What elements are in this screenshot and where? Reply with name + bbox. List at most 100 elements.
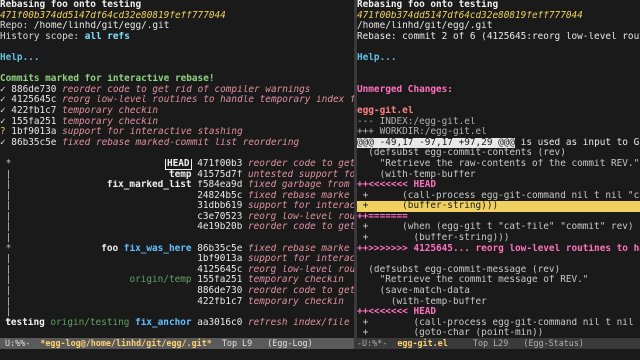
graph-row[interactable]: | 31dbb619 support for interact bbox=[0, 201, 354, 212]
graph-edge-icon: | bbox=[0, 180, 12, 191]
commit-sha: 422fb1c7 bbox=[11, 105, 57, 116]
left-mode-suffix: Top L9 (Egg-Log) bbox=[211, 338, 313, 348]
graph-row[interactable]: * foo fix_was_here 86b35c5e fixed rebase … bbox=[0, 244, 354, 255]
minibuffer[interactable] bbox=[0, 349, 640, 360]
commit-message: reorder code to get rid of compiler warn… bbox=[62, 84, 311, 95]
left-mode-prefix: U:%%- bbox=[0, 338, 41, 348]
diff-line: ++>>>>>>> 4125645... reorg low-level rou… bbox=[357, 243, 640, 254]
graph-edge-icon: | bbox=[0, 264, 12, 275]
graph-row[interactable]: | fix_marked_list f584ea9d fixed garbage … bbox=[0, 180, 354, 191]
repo-label: Repo: bbox=[0, 21, 29, 32]
graph-edge-icon: | bbox=[0, 190, 12, 201]
graph-row[interactable]: * HEAD 471f00b3 reorder code to get bbox=[0, 158, 354, 170]
repo-path: /home/linhd/git/egg/.git bbox=[33, 21, 170, 32]
diff-line: ++======= bbox=[357, 211, 408, 222]
diff-line: (defsubst egg-commit-contents (rev) bbox=[357, 148, 566, 159]
graph-edge-icon: | bbox=[0, 275, 12, 286]
pick-mark-icon: ✓ bbox=[0, 84, 12, 95]
ref-label[interactable]: temp bbox=[169, 170, 192, 180]
commit-message: temporary checkin bbox=[248, 296, 344, 307]
commit-message: fixed rebase marke bbox=[248, 190, 350, 201]
marked-commit-row[interactable]: ✓ 86b35c5e fixed rebase marked-commit li… bbox=[0, 138, 354, 149]
ref-label[interactable]: fix_was_here bbox=[124, 244, 192, 254]
graph-row[interactable]: | 4125645c reorg low-level rou bbox=[0, 265, 354, 276]
diff-line: "Retrieve the raw-contents of the commit… bbox=[357, 158, 640, 169]
right-buffer-name: egg-git.el bbox=[397, 338, 448, 348]
right-commit-hash: 471f00b374dd5147df64cd32e80819feff777044 bbox=[357, 10, 583, 21]
graph-row[interactable]: | 422fb1c7 temporary checkin bbox=[0, 297, 354, 308]
commit-message: fixed garbage from bbox=[248, 180, 350, 191]
diff-line: + (call-process egg-git-command nil t ni… bbox=[362, 190, 640, 201]
commit-sha: 471f00b3 bbox=[197, 158, 243, 169]
status-buffer-pane[interactable]: Rebasing foo onto testing 471f00b374dd51… bbox=[357, 0, 640, 338]
diff-line: + (call-process egg-git-command nil t ni… bbox=[362, 317, 640, 328]
commit-message: support for interact bbox=[248, 254, 354, 265]
graph-row[interactable]: | bbox=[0, 307, 354, 318]
graph-row[interactable]: | 24824b5c fixed rebase marke bbox=[0, 191, 354, 202]
right-mode-line: -U:%*- egg-git.el Top L29 (Egg-Status) bbox=[357, 338, 640, 349]
pick-mark-icon: ? bbox=[0, 127, 12, 138]
marked-commit-row[interactable]: ✓ 155fa251 temporary checkin bbox=[0, 117, 354, 128]
graph-row[interactable]: | 886de730 reorder code to get bbox=[0, 286, 354, 297]
marked-commit-row[interactable]: ? 1bf9013a support for interactive stash… bbox=[0, 127, 354, 138]
ref-label[interactable]: HEAD bbox=[164, 158, 192, 170]
log-buffer-pane[interactable]: Rebasing foo onto testing 471f00b374dd51… bbox=[0, 0, 354, 338]
commit-message: temporary checkin bbox=[248, 275, 344, 286]
graph-edge-icon: * bbox=[0, 243, 12, 254]
graph-row[interactable]: | temp 41575d7f untested support fo bbox=[0, 170, 354, 181]
graph-row[interactable]: | 4e19b20b reorder code to get bbox=[0, 222, 354, 233]
right-mode-prefix: -U:%*- bbox=[357, 338, 398, 348]
diff-line: (save-match-data bbox=[357, 286, 470, 297]
graph-edge-icon: | bbox=[0, 296, 12, 307]
graph-edge-icon: | bbox=[0, 169, 12, 180]
graph-edge-icon: * bbox=[0, 158, 12, 169]
diff-workdir-line: +++ WORKDIR:/egg-git.el bbox=[357, 127, 487, 138]
diff-code: (defsubst egg-commit-contents (rev) "Ret… bbox=[357, 148, 640, 338]
ref-label[interactable]: origin/testing bbox=[50, 318, 129, 328]
marked-commit-row[interactable]: ✓ 422fb1c7 temporary checkin bbox=[0, 106, 354, 117]
graph-row[interactable]: | bbox=[0, 233, 354, 244]
marked-commit-row[interactable]: ✓ 886de730 reorder code to get rid of co… bbox=[0, 85, 354, 96]
left-buffer-name: *egg-log@/home/linhd/git/egg/.git* bbox=[40, 338, 212, 348]
history-scope-value[interactable]: all refs bbox=[85, 32, 130, 42]
right-help-link[interactable]: Help... bbox=[357, 53, 640, 64]
left-title: Rebasing foo onto testing bbox=[0, 0, 142, 10]
commit-sha: 24824b5c bbox=[197, 190, 243, 201]
diff-line: + (buffer-string))) bbox=[357, 201, 640, 212]
ref-label[interactable]: fix_marked_list bbox=[107, 180, 192, 190]
graph-row[interactable]: | origin/temp 155fa251 temporary checkin bbox=[0, 275, 354, 286]
graph-edge-icon: | bbox=[0, 254, 12, 265]
pick-mark-icon: ✓ bbox=[0, 95, 12, 106]
commit-sha: aa3016c0 bbox=[197, 317, 243, 328]
ref-label[interactable]: origin/temp bbox=[129, 275, 191, 285]
right-title: Rebasing foo onto testing bbox=[357, 0, 499, 10]
left-commit-hash: 471f00b374dd5147df64cd32e80819feff777044 bbox=[0, 10, 226, 21]
diff-line: + (goto-char (point-min)) bbox=[357, 328, 544, 338]
commit-sha: 1bf9013a bbox=[11, 127, 57, 138]
marked-commit-row[interactable]: ✓ 4125645c reorg low-level routines to h… bbox=[0, 95, 354, 106]
commit-sha: 886de730 bbox=[197, 286, 243, 297]
commit-sha: 886de730 bbox=[11, 84, 57, 95]
commit-sha: 4125645c bbox=[11, 95, 57, 106]
graph-row[interactable]: * testing origin/testing fix_anchor aa301… bbox=[0, 318, 354, 329]
pick-mark-icon: ✓ bbox=[0, 137, 12, 148]
diff-line: + (when (egg-git t "cat-file" "commit" r… bbox=[357, 222, 634, 233]
diff-line: ++<<<<<<< HEAD bbox=[357, 180, 437, 191]
ref-label[interactable]: testing bbox=[5, 318, 45, 328]
graph-row[interactable]: | 1bf9013a support for interact bbox=[0, 254, 354, 265]
commit-sha: 155fa251 bbox=[11, 116, 57, 127]
commit-graph: * HEAD 471f00b3 reorder code to get | temp… bbox=[0, 158, 354, 329]
hunk-header[interactable]: @@@ -49,17 -97,17 +97,29 @@@ bbox=[357, 137, 516, 148]
commit-message: fixed rebase marked-commit list reorderi… bbox=[62, 137, 300, 148]
rebase-status-line: Rebase: commit 2 of 6 (4125645:reorg low… bbox=[357, 31, 640, 42]
graph-edge-icon: | bbox=[0, 222, 12, 233]
help-link[interactable]: Help... bbox=[0, 53, 354, 64]
unmerged-file[interactable]: egg-git.el bbox=[357, 106, 640, 117]
ref-label[interactable]: fix_anchor bbox=[135, 318, 191, 328]
ref-label[interactable]: foo bbox=[101, 244, 118, 254]
graph-row[interactable]: | c3e70523 reorg low-level rou bbox=[0, 212, 354, 223]
commit-message: fixed rebase marke bbox=[248, 243, 350, 254]
unmerged-title: Unmerged Changes: bbox=[357, 84, 453, 95]
diff-index-line: --- INDEX:/egg-git.el bbox=[357, 116, 476, 127]
commit-message: reorder code to get bbox=[248, 158, 354, 169]
